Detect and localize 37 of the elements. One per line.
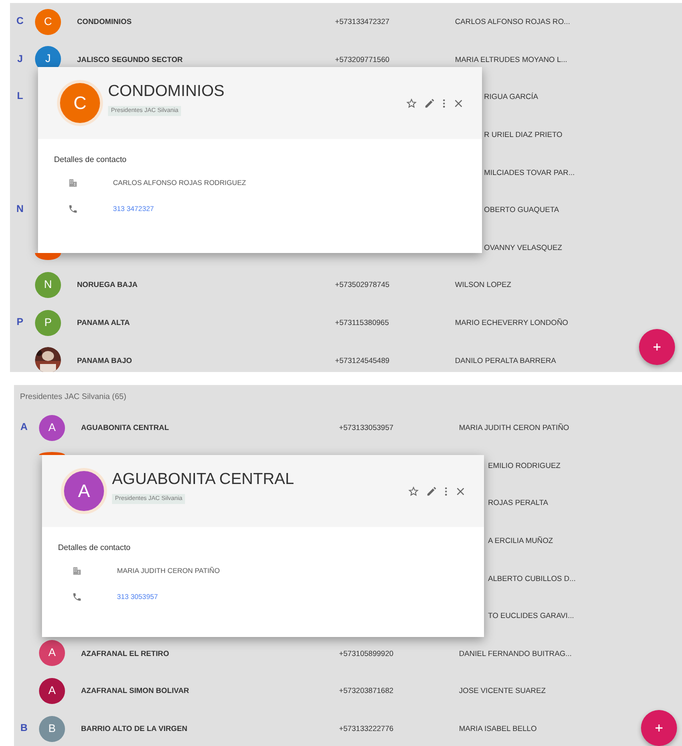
add-button[interactable] [639,329,675,365]
section-title: Detalles de contacto [58,543,132,552]
contact-avatar: C [60,83,100,123]
building-icon [72,566,82,576]
pencil-icon[interactable] [424,98,435,108]
section-title: Detalles de contacto [54,155,128,164]
add-button[interactable] [641,710,677,746]
close-icon[interactable] [455,486,466,496]
card-title: AGUABONITA CENTRAL [112,470,294,488]
star-icon[interactable] [406,98,417,108]
section-letter: C [16,16,24,28]
section-letter: J [17,54,23,65]
section-letter: L [16,91,24,102]
section-letter: B [20,723,28,734]
contact-avatar: A [39,414,65,441]
contact-avatar: P [35,310,61,336]
group-header: Presidentes JAC Silvania (65) [19,391,128,403]
contact-avatar: A [39,678,65,704]
section-letter: P [16,317,24,328]
card-title: CONDOMINIOS [108,82,224,100]
contact-avatar: B [39,716,65,742]
pencil-icon[interactable] [426,486,437,496]
more-icon[interactable] [442,98,446,108]
contact-avatar: C [35,8,61,35]
section-letter: N [16,204,24,216]
contact-avatar: A [64,471,104,511]
contact-avatar: A [39,640,65,666]
phone-icon [68,204,78,214]
star-icon[interactable] [408,486,419,496]
building-icon [68,178,78,188]
close-icon[interactable] [453,98,464,108]
more-icon[interactable] [444,486,448,496]
phone-icon [72,592,82,602]
section-letter: A [20,422,28,434]
plus-icon [651,341,663,353]
contact-avatar: N [35,272,61,298]
plus-icon [653,722,665,734]
